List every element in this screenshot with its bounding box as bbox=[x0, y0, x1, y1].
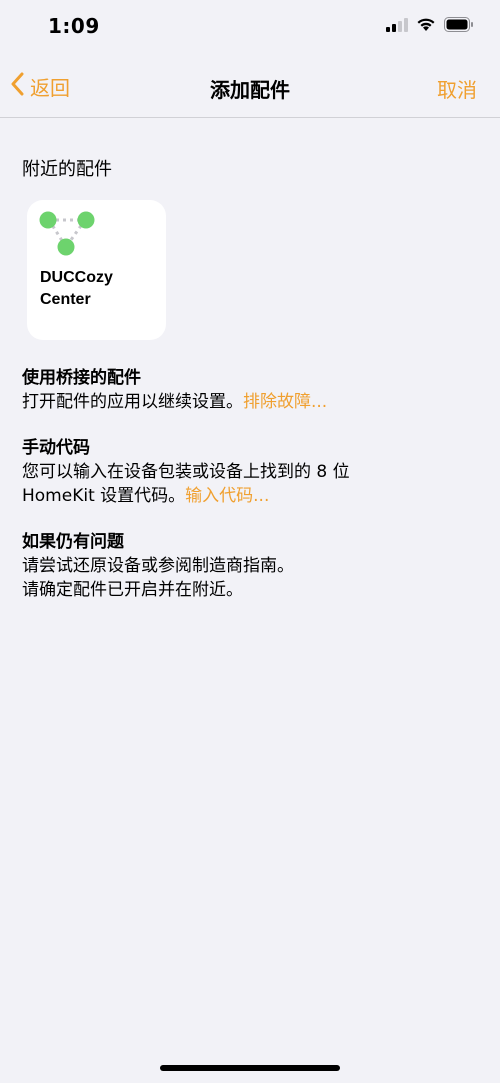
problem-line1: 请尝试还原设备或参阅制造商指南。 bbox=[22, 556, 294, 576]
status-bar: 1:09 bbox=[0, 0, 500, 54]
manual-code-text-line1: 您可以输入在设备包装或设备上找到的 8 位 bbox=[22, 462, 350, 482]
cancel-button[interactable]: 取消 bbox=[437, 74, 477, 103]
accessory-name: DUCCozy Center bbox=[40, 269, 113, 308]
accessory-bridge-icon bbox=[39, 210, 97, 262]
problem-line2: 请确定配件已开启并在附近。 bbox=[22, 580, 243, 600]
navigation-bar: 返回 添加配件 取消 bbox=[0, 54, 500, 118]
signal-icon bbox=[386, 17, 408, 36]
bridge-text: 打开配件的应用以继续设置。排除故障... bbox=[22, 390, 482, 414]
problem-section: 如果仍有问题 请尝试还原设备或参阅制造商指南。 请确定配件已开启并在附近。 bbox=[22, 530, 482, 602]
battery-icon bbox=[444, 17, 474, 36]
bridge-description: 打开配件的应用以继续设置。 bbox=[22, 392, 243, 412]
manual-code-section: 手动代码 您可以输入在设备包装或设备上找到的 8 位 HomeKit 设置代码。… bbox=[22, 436, 482, 508]
page-title: 添加配件 bbox=[210, 78, 290, 102]
troubleshoot-link[interactable]: 排除故障... bbox=[243, 392, 327, 412]
nearby-accessories-header: 附近的配件 bbox=[22, 159, 112, 180]
bridge-title: 使用桥接的配件 bbox=[22, 368, 141, 388]
wifi-icon bbox=[416, 17, 436, 36]
bridge-section: 使用桥接的配件 打开配件的应用以继续设置。排除故障... bbox=[22, 366, 482, 414]
accessory-tile-duccozy[interactable]: DUCCozy Center bbox=[27, 200, 166, 340]
status-icons bbox=[386, 17, 474, 36]
manual-code-text-line2: HomeKit 设置代码。 bbox=[22, 486, 186, 506]
manual-code-title: 手动代码 bbox=[22, 438, 90, 458]
manual-code-text-line2-row: HomeKit 设置代码。输入代码... bbox=[22, 484, 482, 508]
home-indicator[interactable] bbox=[160, 1065, 340, 1071]
status-time: 1:09 bbox=[48, 14, 100, 38]
problem-title: 如果仍有问题 bbox=[22, 532, 124, 552]
enter-code-link[interactable]: 输入代码... bbox=[185, 486, 269, 506]
